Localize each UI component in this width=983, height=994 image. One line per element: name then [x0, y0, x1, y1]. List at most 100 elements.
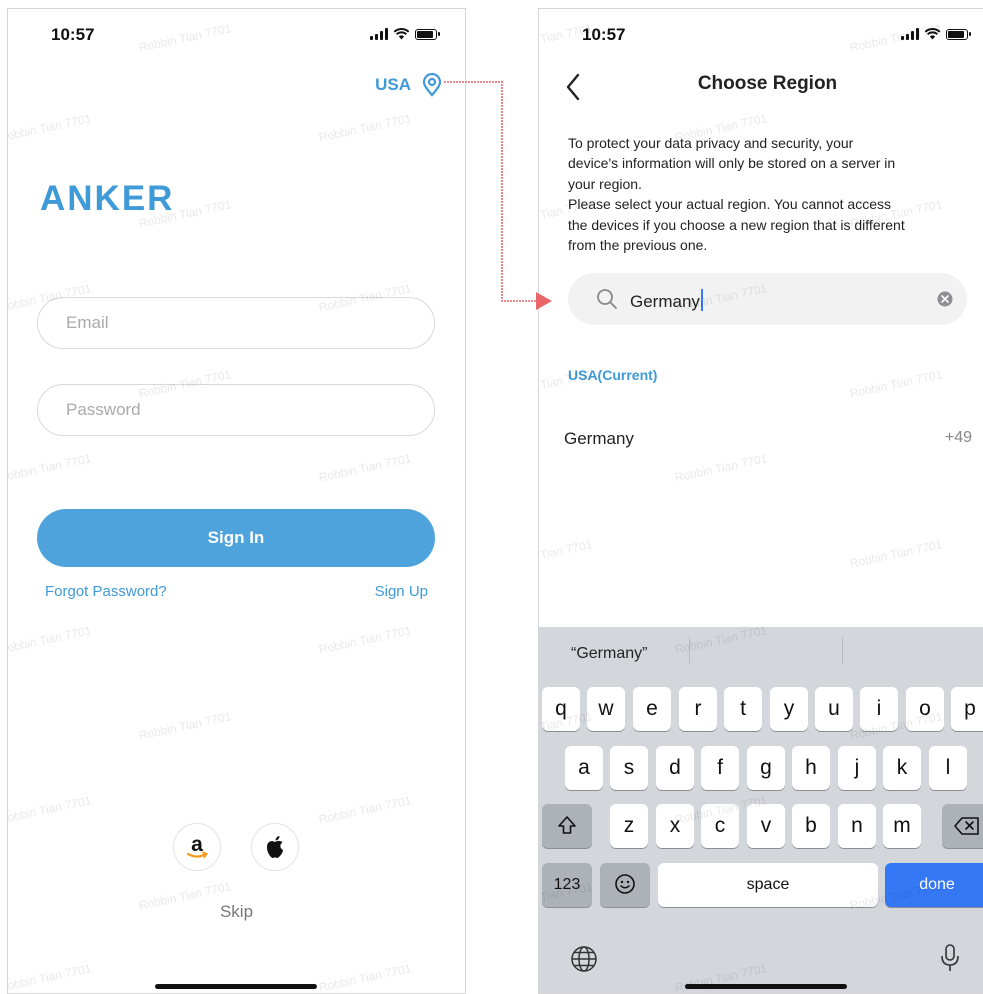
keyboard-suggestion[interactable]: “Germany”: [571, 645, 647, 663]
key-f[interactable]: f: [701, 746, 739, 790]
suggestion-divider: [842, 637, 843, 665]
key-y[interactable]: y: [770, 687, 808, 731]
key-t[interactable]: t: [724, 687, 762, 731]
anker-logo: ANKER: [40, 179, 175, 218]
globe-icon[interactable]: [570, 945, 598, 973]
search-icon: [597, 289, 617, 309]
region-name: Germany: [564, 429, 634, 448]
battery-icon: [415, 29, 440, 40]
key-h[interactable]: h: [792, 746, 830, 790]
wifi-icon: [924, 27, 941, 40]
key-v[interactable]: v: [747, 804, 785, 848]
suggestion-divider: [689, 637, 690, 665]
watermark: Robbin Tian 7701: [7, 793, 93, 827]
key-b[interactable]: b: [792, 804, 830, 848]
done-key[interactable]: done: [885, 863, 983, 907]
emoji-key[interactable]: [600, 863, 650, 907]
password-field[interactable]: Password: [37, 384, 435, 436]
watermark: Robbin Tian 7701: [538, 537, 594, 570]
key-i[interactable]: i: [860, 687, 898, 731]
shift-key[interactable]: [542, 804, 592, 848]
watermark: Robbin Tian 7701: [137, 709, 233, 743]
watermark: Robbin Tian 7701: [7, 111, 93, 145]
region-selector[interactable]: USA: [375, 73, 443, 97]
apple-login-button[interactable]: [251, 823, 299, 871]
current-region-label[interactable]: USA(Current): [568, 367, 657, 383]
notice-line: from the previous one.: [568, 237, 708, 254]
search-value-wrapper: Germany: [630, 289, 703, 312]
region-search-input[interactable]: Germany: [568, 273, 967, 325]
key-u[interactable]: u: [815, 687, 853, 731]
amazon-icon: a: [186, 833, 208, 858]
sign-up-link[interactable]: Sign Up: [375, 583, 428, 600]
amazon-login-button[interactable]: a: [173, 823, 221, 871]
login-screen: 10:57 USA ANKER Email Password Sign In F…: [7, 8, 466, 994]
key-e[interactable]: e: [633, 687, 671, 731]
key-c[interactable]: c: [701, 804, 739, 848]
watermark: Robbin Tian 7701: [7, 623, 93, 657]
key-z[interactable]: z: [610, 804, 648, 848]
watermark: Robbin Tian 7701: [317, 451, 413, 485]
status-time: 10:57: [51, 25, 95, 44]
key-g[interactable]: g: [747, 746, 785, 790]
emoji-icon: [615, 874, 635, 894]
key-q[interactable]: q: [542, 687, 580, 731]
watermark: Robbin Tian 7701: [317, 961, 413, 994]
key-n[interactable]: n: [838, 804, 876, 848]
svg-text:a: a: [191, 833, 203, 856]
key-x[interactable]: x: [656, 804, 694, 848]
region-notice: To protect your data privacy and securit…: [568, 133, 978, 255]
watermark: Robbin Tian 7701: [848, 537, 944, 571]
status-time: 10:57: [582, 25, 626, 44]
key-s[interactable]: s: [610, 746, 648, 790]
region-label: USA: [375, 75, 411, 94]
status-icons: [901, 27, 971, 40]
space-key[interactable]: space: [658, 863, 878, 907]
notice-line: your region.: [568, 175, 642, 192]
backspace-key[interactable]: [942, 804, 983, 848]
watermark: Robbin Tian 7701: [7, 961, 93, 994]
key-m[interactable]: m: [883, 804, 921, 848]
notice-line: Please select your actual region. You ca…: [568, 196, 891, 213]
key-j[interactable]: j: [838, 746, 876, 790]
region-dial-code: +49: [944, 429, 972, 446]
key-p[interactable]: p: [951, 687, 983, 731]
cellular-signal-icon: [901, 28, 919, 40]
numbers-key[interactable]: 123: [542, 863, 592, 907]
notice-line: the devices if you choose a new region t…: [568, 216, 905, 233]
watermark: Robbin Tian 7701: [848, 367, 944, 401]
page-title: Choose Region: [697, 73, 838, 94]
microphone-icon[interactable]: [939, 943, 961, 973]
key-o[interactable]: o: [906, 687, 944, 731]
key-a[interactable]: a: [565, 746, 603, 790]
key-w[interactable]: w: [587, 687, 625, 731]
forgot-password-link[interactable]: Forgot Password?: [45, 583, 167, 600]
search-value: Germany: [630, 292, 700, 311]
watermark: Robbin Tian 7701: [7, 451, 93, 485]
keyboard: “Germany” q w e r t y u i o p a s d f g …: [539, 627, 983, 993]
watermark: Robbin Tian 7701: [317, 793, 413, 827]
notice-line: To protect your data privacy and securit…: [568, 135, 854, 151]
email-field[interactable]: Email: [37, 297, 435, 349]
text-caret: [700, 289, 703, 311]
choose-region-screen: 10:57 Choose Region To protect your data…: [538, 8, 983, 994]
home-indicator: [155, 984, 317, 989]
region-result-row[interactable]: Germany +49: [564, 419, 972, 459]
shift-icon: [558, 816, 576, 834]
key-k[interactable]: k: [883, 746, 921, 790]
skip-button[interactable]: Skip: [8, 902, 465, 922]
key-d[interactable]: d: [656, 746, 694, 790]
apple-icon: [267, 836, 283, 858]
watermark: Robbin Tian 7701: [317, 111, 413, 145]
clear-search-icon[interactable]: [937, 291, 953, 307]
location-pin-icon: [422, 73, 442, 97]
status-icons: [370, 27, 440, 40]
watermark: Robbin Tian 7701: [137, 21, 233, 55]
watermark: Robbin Tian 7701: [317, 623, 413, 657]
key-r[interactable]: r: [679, 687, 717, 731]
cellular-signal-icon: [370, 28, 388, 40]
home-indicator: [685, 984, 847, 989]
sign-in-button[interactable]: Sign In: [37, 509, 435, 567]
wifi-icon: [393, 27, 410, 40]
key-l[interactable]: l: [929, 746, 967, 790]
